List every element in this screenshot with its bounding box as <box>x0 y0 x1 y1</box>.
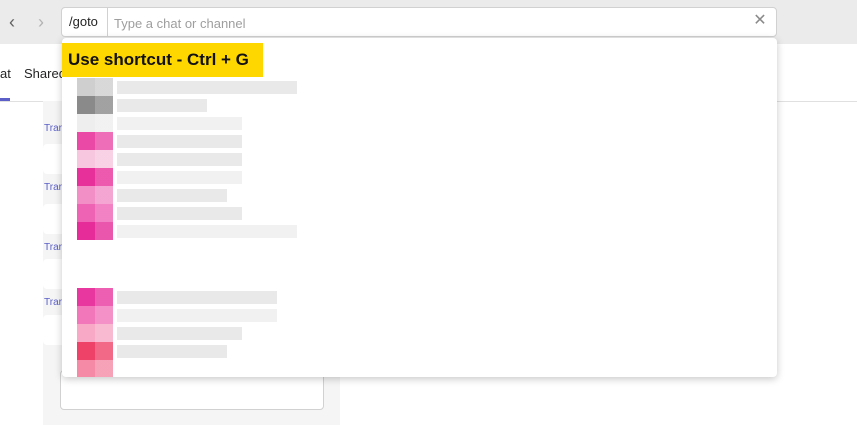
redacted-name <box>117 171 242 184</box>
goto-dropdown: Use shortcut - Ctrl + G <box>62 38 777 377</box>
goto-command: /goto <box>62 8 108 36</box>
redacted-name <box>117 189 227 202</box>
tab-chat[interactable]: at <box>0 66 11 81</box>
redacted-name <box>117 207 242 220</box>
redacted-name <box>117 153 242 166</box>
avatar <box>77 222 113 240</box>
redacted-name <box>117 225 297 238</box>
avatar <box>77 360 113 377</box>
avatar <box>77 78 113 96</box>
redacted-name <box>117 327 242 340</box>
avatar <box>77 150 113 168</box>
redacted-name <box>117 117 242 130</box>
avatar <box>77 114 113 132</box>
search-box[interactable]: /goto ✕ <box>61 7 777 37</box>
translate-link[interactable]: Trar <box>44 123 62 134</box>
avatar <box>77 132 113 150</box>
avatar <box>77 204 113 222</box>
redacted-name <box>117 345 227 358</box>
avatar <box>77 168 113 186</box>
avatar <box>77 342 113 360</box>
shortcut-hint: Use shortcut - Ctrl + G <box>62 43 263 77</box>
translate-link[interactable]: Trar <box>44 242 62 253</box>
close-icon[interactable]: ✕ <box>752 13 768 29</box>
back-arrow-icon[interactable]: ‹ <box>2 12 22 32</box>
avatar <box>77 324 113 342</box>
translate-link[interactable]: Trar <box>44 297 62 308</box>
search-input[interactable] <box>112 12 736 34</box>
forward-arrow-icon[interactable]: › <box>31 12 51 32</box>
redacted-name <box>117 291 277 304</box>
redacted-name <box>117 81 297 94</box>
redacted-name <box>117 309 277 322</box>
avatar <box>77 306 113 324</box>
avatar <box>77 96 113 114</box>
avatar <box>77 288 113 306</box>
avatar <box>77 186 113 204</box>
redacted-name <box>117 99 207 112</box>
active-tab-indicator <box>0 98 10 101</box>
redacted-name <box>117 135 242 148</box>
tab-shared[interactable]: Shared <box>24 66 66 81</box>
translate-link[interactable]: Trar <box>44 182 62 193</box>
